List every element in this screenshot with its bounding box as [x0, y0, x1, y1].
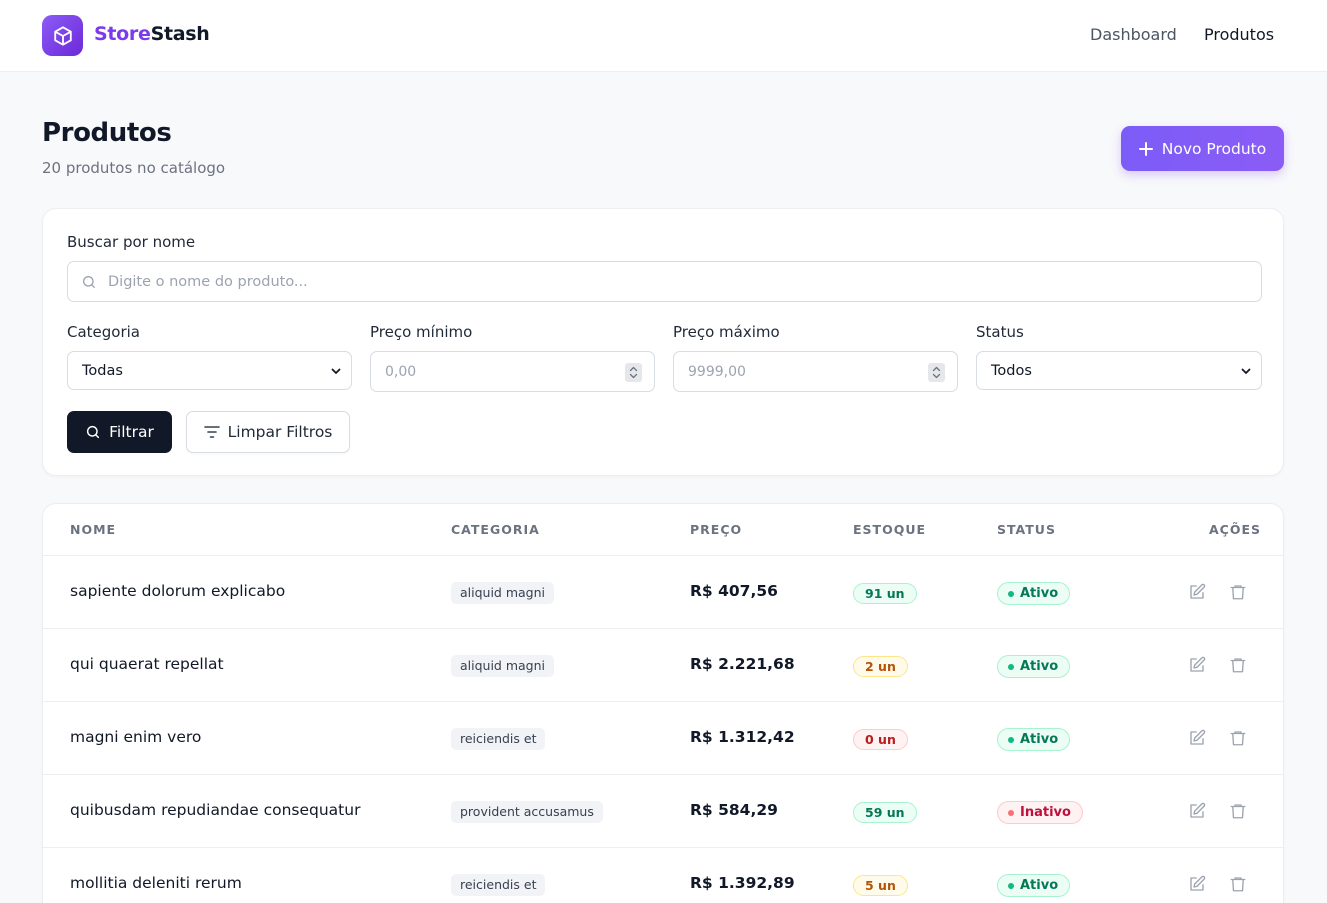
nav-produtos[interactable]: Produtos	[1204, 25, 1274, 44]
column-header-preco: Preço	[690, 522, 743, 537]
category-chip: reiciendis et	[451, 874, 546, 896]
status-text: Ativo	[1020, 586, 1059, 601]
status-text: Ativo	[1020, 878, 1059, 893]
table-row[interactable]: sapiente dolorum explicabo aliquid magni…	[43, 556, 1283, 629]
stock-badge: 5 un	[853, 875, 908, 896]
edit-icon[interactable]	[1188, 729, 1206, 747]
stock-badge: 59 un	[853, 802, 917, 823]
page-subtitle: 20 produtos no catálogo	[42, 159, 226, 177]
status-badge: Ativo	[997, 655, 1071, 678]
product-price: R$ 1.312,42	[690, 728, 795, 746]
page-title: Produtos	[42, 118, 172, 148]
status-text: Ativo	[1020, 659, 1059, 674]
status-badge: Inativo	[997, 801, 1083, 824]
trash-icon[interactable]	[1229, 729, 1247, 747]
trash-icon[interactable]	[1229, 656, 1247, 674]
status-label: Status	[976, 323, 1024, 341]
brand-name[interactable]: StoreStash	[94, 23, 210, 45]
search-icon	[87, 425, 100, 439]
clear-filters-label: Limpar Filtros	[227, 423, 333, 441]
product-price: R$ 2.221,68	[690, 655, 795, 673]
category-select-value: Todas	[82, 363, 123, 379]
status-text: Inativo	[1020, 805, 1071, 820]
new-product-label: Novo Produto	[1161, 139, 1267, 158]
category-label: Categoria	[67, 323, 141, 341]
column-header-acoes: Ações	[1209, 522, 1262, 537]
edit-icon[interactable]	[1188, 583, 1206, 601]
table-row[interactable]: mollitia deleniti rerum reiciendis et R$…	[43, 848, 1283, 903]
product-price: R$ 584,29	[690, 801, 778, 819]
min-price-placeholder: 0,00	[385, 364, 417, 380]
max-price-input[interactable]: 9999,00	[673, 351, 958, 392]
number-stepper-icon[interactable]	[928, 363, 945, 382]
product-name: qui quaerat repellat	[70, 655, 224, 673]
product-name: sapiente dolorum explicabo	[70, 582, 286, 600]
clear-filters-button[interactable]: Limpar Filtros	[186, 411, 350, 453]
table-row[interactable]: magni enim vero reiciendis et R$ 1.312,4…	[43, 702, 1283, 775]
category-chip: aliquid magni	[451, 655, 555, 677]
cube-icon[interactable]	[42, 15, 83, 56]
column-header-categoria: Categoria	[451, 522, 540, 537]
edit-icon[interactable]	[1188, 656, 1206, 674]
status-text: Ativo	[1020, 732, 1059, 747]
filter-lines-icon	[203, 426, 220, 438]
category-chip: aliquid magni	[451, 582, 555, 604]
status-badge: Ativo	[997, 582, 1071, 605]
search-icon	[83, 276, 95, 288]
max-price-label: Preço máximo	[673, 323, 780, 341]
product-name: magni enim vero	[70, 728, 202, 746]
status-badge: Ativo	[997, 874, 1071, 897]
min-price-input[interactable]: 0,00	[370, 351, 655, 392]
table-row[interactable]: quibusdam repudiandae consequatur provid…	[43, 775, 1283, 848]
search-label: Buscar por nome	[67, 233, 196, 251]
products-table: Nome Categoria Preço Estoque Status Açõe…	[42, 503, 1284, 903]
filter-panel: Buscar por nome Categoria Todas Preço mí…	[42, 208, 1284, 476]
edit-icon[interactable]	[1188, 875, 1206, 893]
product-name: quibusdam repudiandae consequatur	[70, 801, 361, 819]
table-header: Nome Categoria Preço Estoque Status Açõe…	[43, 504, 1283, 556]
status-badge: Ativo	[997, 728, 1071, 751]
filter-button[interactable]: Filtrar	[67, 411, 172, 453]
product-price: R$ 1.392,89	[690, 874, 795, 892]
column-header-estoque: Estoque	[853, 522, 927, 537]
trash-icon[interactable]	[1229, 875, 1247, 893]
table-row[interactable]: qui quaerat repellat aliquid magni R$ 2.…	[43, 629, 1283, 702]
category-select[interactable]: Todas	[67, 351, 352, 390]
brand-part-store: Store	[94, 23, 151, 45]
search-field[interactable]	[67, 261, 1262, 302]
stock-badge: 0 un	[853, 729, 908, 750]
status-select-value: Todos	[991, 363, 1032, 379]
chevron-down-icon	[1241, 368, 1251, 374]
trash-icon[interactable]	[1229, 583, 1247, 601]
max-price-placeholder: 9999,00	[688, 364, 746, 380]
trash-icon[interactable]	[1229, 802, 1247, 820]
column-header-nome: Nome	[70, 522, 117, 537]
nav-dashboard[interactable]: Dashboard	[1090, 25, 1177, 44]
product-name: mollitia deleniti rerum	[70, 874, 242, 892]
min-price-label: Preço mínimo	[370, 323, 473, 341]
chevron-down-icon	[331, 368, 341, 374]
number-stepper-icon[interactable]	[625, 363, 642, 382]
new-product-button[interactable]: Novo Produto	[1121, 126, 1284, 171]
edit-icon[interactable]	[1188, 802, 1206, 820]
search-input[interactable]	[108, 262, 1248, 301]
status-select[interactable]: Todos	[976, 351, 1262, 390]
filter-button-label: Filtrar	[109, 423, 154, 441]
product-price: R$ 407,56	[690, 582, 778, 600]
top-navbar: StoreStash Dashboard Produtos	[0, 0, 1327, 72]
brand-part-stash: Stash	[150, 23, 210, 45]
column-header-status: Status	[997, 522, 1056, 537]
category-chip: reiciendis et	[451, 728, 546, 750]
stock-badge: 91 un	[853, 583, 917, 604]
category-chip: provident accusamus	[451, 801, 603, 823]
stock-badge: 2 un	[853, 656, 908, 677]
plus-icon	[1138, 141, 1153, 156]
